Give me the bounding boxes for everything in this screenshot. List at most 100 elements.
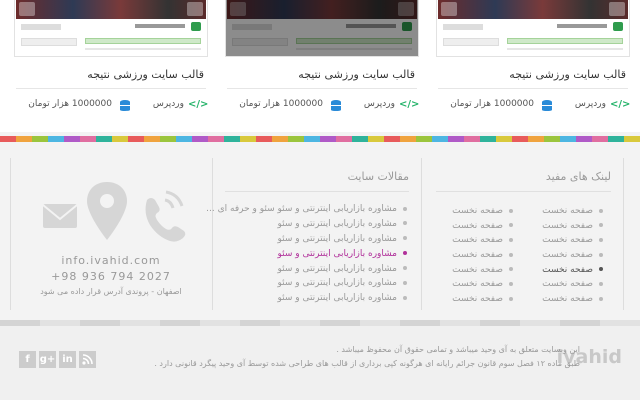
phone-icon — [145, 190, 186, 242]
article-link[interactable]: مشاوره بازاریابی اینترنتی و سئو — [206, 247, 407, 262]
article-link[interactable]: مشاوره بازاریابی اینترنتی و سئو — [206, 232, 407, 247]
strip-segment — [384, 136, 400, 142]
product-category[interactable]: وردپرس — [364, 99, 395, 109]
linkedin-icon[interactable]: in — [59, 351, 76, 368]
strip-segment — [480, 136, 496, 142]
strip-segment — [176, 136, 192, 142]
hover-overlay — [226, 0, 418, 56]
product-card[interactable]: قالب سایت ورزشی نتیجه </> وردپرس 1000000… — [225, 0, 419, 120]
footer-link[interactable]: صفحه نخست — [542, 233, 603, 248]
product-card[interactable]: قالب سایت ورزشی نتیجه </> وردپرس 1000000… — [436, 0, 630, 120]
product-price: 1000000 هزار تومان — [28, 99, 112, 109]
article-link[interactable]: مشاوره بازاریابی اینترنتی و سئو — [206, 291, 407, 306]
code-icon: </> — [399, 99, 420, 110]
contact-icons — [42, 182, 186, 242]
article-link[interactable]: مشاوره بازاریابی اینترنتی و سئو سئو و حر… — [206, 202, 407, 217]
article-link[interactable]: مشاوره بازاریابی اینترنتی و سئو — [206, 276, 407, 291]
footer-link[interactable]: صفحه نخست — [452, 233, 513, 248]
footer-link[interactable]: صفحه نخست — [452, 292, 513, 307]
product-card[interactable]: قالب سایت ورزشی نتیجه </> وردپرس 1000000… — [14, 0, 208, 120]
article-link[interactable]: مشاوره بازاریابی اینترنتی و سئو — [206, 217, 407, 232]
useful-links-panel: لینک های مفید صفحه نخست صفحه نخست صفحه نخس… — [424, 158, 624, 310]
footer-link[interactable]: صفحه نخست — [542, 292, 603, 307]
footer-link[interactable]: صفحه نخست — [542, 219, 603, 234]
footer-link[interactable]: صفحه نخست — [452, 277, 513, 292]
strip-segment — [64, 136, 80, 142]
strip-segment — [16, 136, 32, 142]
strip-segment — [624, 136, 640, 142]
strip-segment — [400, 136, 416, 142]
strip-segment — [80, 136, 96, 142]
strip-segment — [368, 136, 384, 142]
strip-segment — [432, 136, 448, 142]
color-strip — [0, 136, 640, 142]
product-thumbnail[interactable] — [14, 0, 208, 57]
contact-address: اصفهان - پروندی آدرس قرار داده می شود — [40, 287, 182, 296]
strip-segment — [464, 136, 480, 142]
strip-segment — [160, 136, 176, 142]
product-category[interactable]: وردپرس — [575, 99, 606, 109]
strip-segment — [336, 136, 352, 142]
card-divider — [438, 88, 628, 89]
useful-links-column: صفحه نخست صفحه نخست صفحه نخست صفحه نخست صفحه… — [542, 204, 603, 307]
strip-segment — [544, 136, 560, 142]
google-plus-icon[interactable]: g+ — [39, 351, 56, 368]
footer-link[interactable]: صفحه نخست — [542, 277, 603, 292]
footer-link[interactable]: صفحه نخست — [452, 263, 513, 278]
strip-segment — [416, 136, 432, 142]
strip-segment — [208, 136, 224, 142]
contact-email[interactable]: info.ivahid.com — [11, 254, 211, 267]
product-title[interactable]: قالب سایت ورزشی نتیجه — [298, 68, 415, 81]
strip-segment — [304, 136, 320, 142]
strip-segment — [592, 136, 608, 142]
strip-segment — [576, 136, 592, 142]
articles-title: مقالات سایت — [347, 170, 409, 183]
product-category[interactable]: وردپرس — [153, 99, 184, 109]
copyright-line-1: این وبسایت متعلق به آی وحید میباشد و تما… — [336, 345, 580, 354]
map-pin-icon — [87, 182, 127, 240]
strip-segment — [48, 136, 64, 142]
footer-link[interactable]: صفحه نخست — [452, 204, 513, 219]
articles-list: مشاوره بازاریابی اینترنتی و سئو سئو و حر… — [206, 202, 407, 306]
strip-segment — [608, 136, 624, 142]
contact-panel: info.ivahid.com +98 936 794 2027 اصفهان … — [10, 158, 210, 310]
strip-segment — [528, 136, 544, 142]
strip-segment — [0, 136, 16, 142]
footer-link[interactable]: صفحه نخست — [542, 263, 603, 278]
rss-icon[interactable] — [79, 351, 96, 368]
product-title[interactable]: قالب سایت ورزشی نتیجه — [509, 68, 626, 81]
strip-segment — [288, 136, 304, 142]
code-icon: </> — [610, 99, 631, 110]
strip-segment — [32, 136, 48, 142]
product-price: 1000000 هزار تومان — [450, 99, 534, 109]
footer-link[interactable]: صفحه نخست — [452, 219, 513, 234]
footer-link[interactable]: صفحه نخست — [452, 248, 513, 263]
footer-link[interactable]: صفحه نخست — [542, 248, 603, 263]
strip-segment — [96, 136, 112, 142]
mail-icon — [42, 204, 78, 228]
database-icon — [331, 100, 341, 111]
strip-segment — [128, 136, 144, 142]
database-icon — [542, 100, 552, 111]
strip-segment — [448, 136, 464, 142]
strip-segment — [144, 136, 160, 142]
strip-segment — [320, 136, 336, 142]
footer: لینک های مفید صفحه نخست صفحه نخست صفحه نخس… — [0, 148, 640, 318]
product-thumbnail[interactable] — [225, 0, 419, 57]
strip-segment — [240, 136, 256, 142]
facebook-icon[interactable]: f — [19, 351, 36, 368]
strip-segment — [192, 136, 208, 142]
strip-segment — [224, 136, 240, 142]
database-icon — [120, 100, 130, 111]
product-title[interactable]: قالب سایت ورزشی نتیجه — [87, 68, 204, 81]
article-link[interactable]: مشاوره بازاریابی اینترنتی و سئو — [206, 262, 407, 277]
card-divider — [16, 88, 206, 89]
product-thumbnail[interactable] — [436, 0, 630, 57]
strip-segment — [112, 136, 128, 142]
strip-segment — [272, 136, 288, 142]
articles-panel: مقالات سایت مشاوره بازاریابی اینترنتی و … — [206, 158, 422, 310]
product-cards-row: قالب سایت ورزشی نتیجه </> وردپرس 1000000… — [0, 0, 640, 132]
useful-links-title: لینک های مفید — [545, 170, 611, 183]
footer-link[interactable]: صفحه نخست — [542, 204, 603, 219]
contact-phone[interactable]: +98 936 794 2027 — [11, 270, 211, 283]
